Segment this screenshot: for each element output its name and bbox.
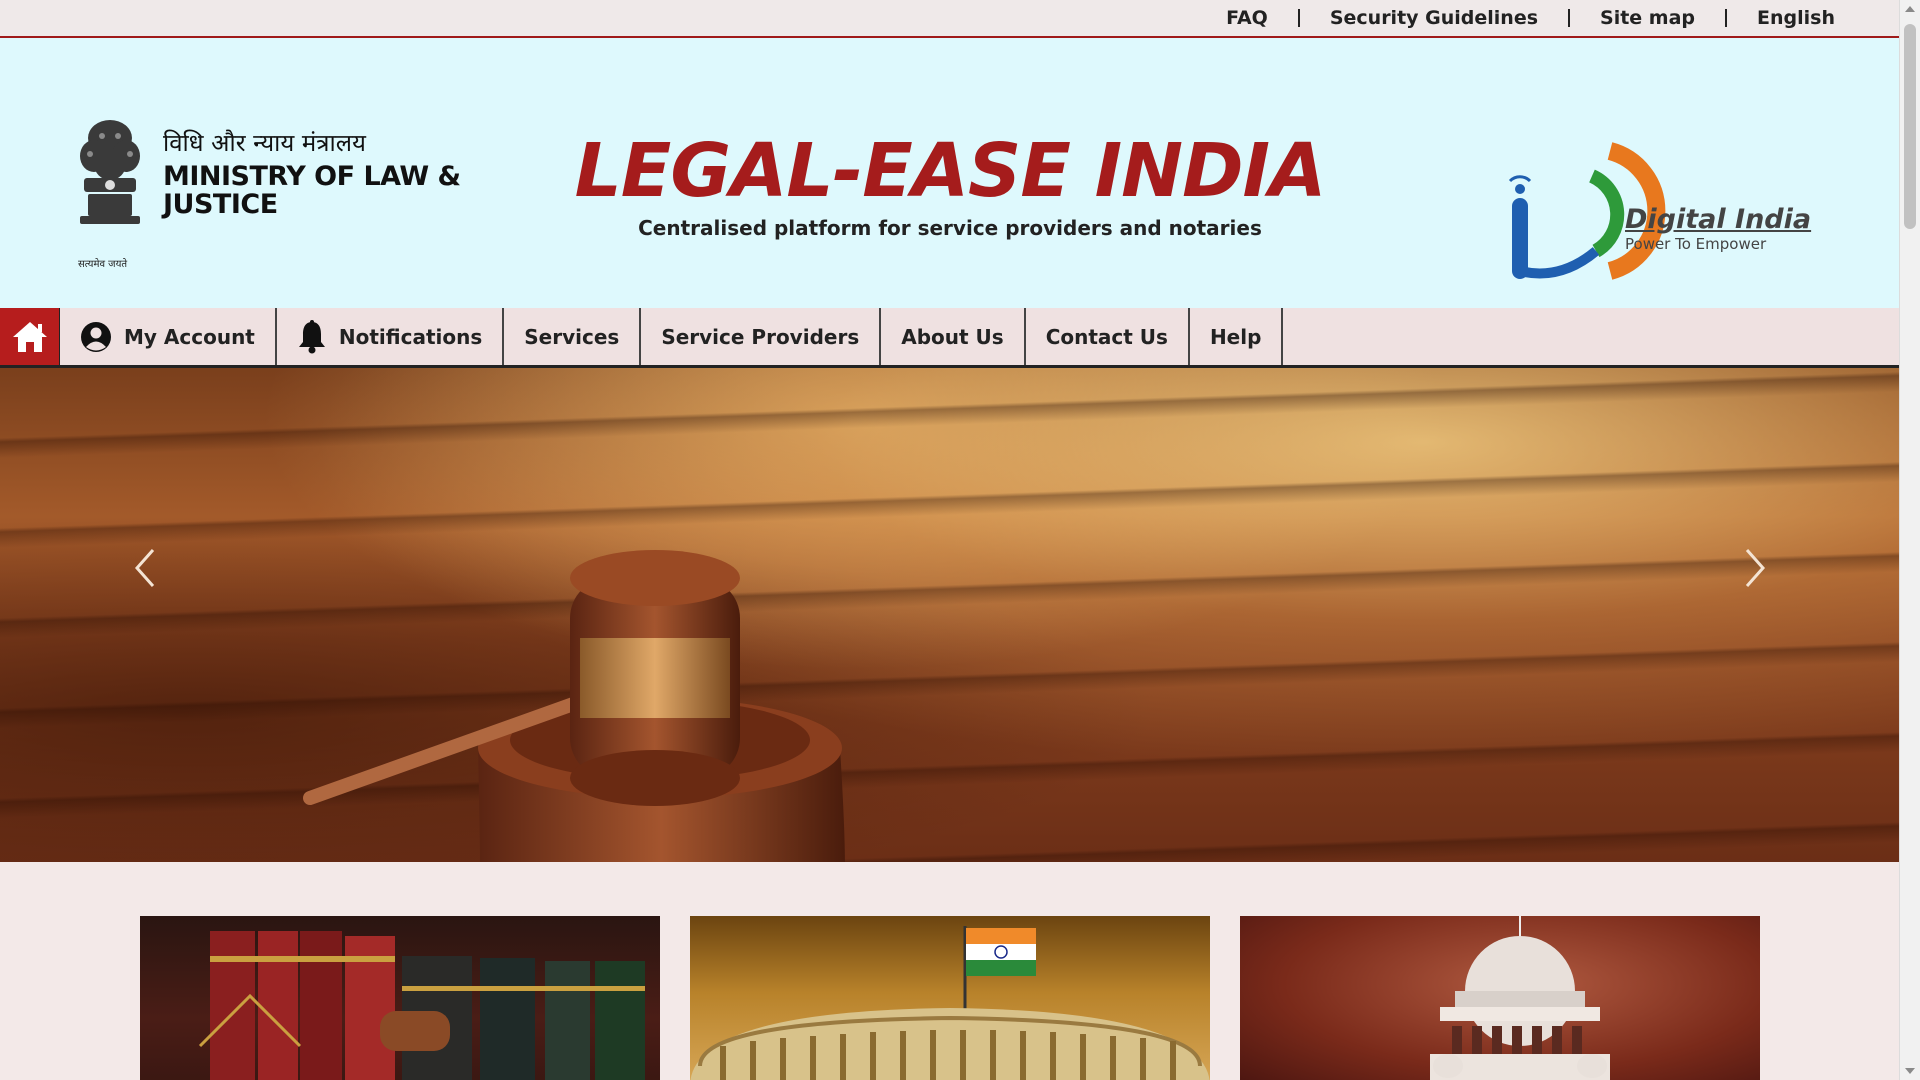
nav-item-notifications[interactable]: Notifications: [277, 308, 505, 365]
site-title-block: LEGAL-EASE INDIA Centralised platform fo…: [545, 126, 1355, 240]
faq-link[interactable]: FAQ: [1196, 7, 1298, 29]
scrollbar-thumb[interactable]: [1904, 24, 1916, 229]
scroll-down-icon[interactable]: [1905, 1068, 1915, 1074]
nav-item-label: Services: [524, 324, 620, 349]
national-emblem-icon: [80, 120, 140, 224]
supreme-court-dome-image: [1430, 916, 1610, 1080]
nav-item-about-us[interactable]: About Us: [881, 308, 1026, 365]
courtroom-benches: [0, 368, 1899, 862]
emblem-caption: सत्यमेव जयते: [78, 259, 128, 270]
site-map-link[interactable]: Site map: [1570, 7, 1725, 29]
language-selector[interactable]: English: [1727, 7, 1865, 29]
vertical-scrollbar[interactable]: [1899, 0, 1920, 1080]
ministry-logo-text: विधि और न्याय मंत्रालय MINISTRY OF LAW &…: [163, 126, 483, 219]
nav-item-label: Help: [1209, 324, 1262, 349]
nav-item-label: Service Providers: [661, 324, 860, 349]
digital-india-text: Digital India Power To Empower: [1625, 204, 1811, 253]
security-guidelines-link[interactable]: Security Guidelines: [1300, 7, 1568, 29]
scroll-up-icon[interactable]: [1905, 6, 1915, 12]
page: FAQ Security Guidelines Site map English: [0, 0, 1899, 1080]
card-supreme-court[interactable]: [1240, 916, 1760, 1080]
nav-item-my-account[interactable]: My Account: [60, 308, 277, 365]
top-utility-bar: FAQ Security Guidelines Site map English: [0, 0, 1899, 38]
chevron-right-icon[interactable]: [1735, 538, 1775, 598]
site-title: LEGAL-EASE INDIA: [574, 128, 1327, 214]
digital-india-title: Digital India: [1625, 204, 1812, 235]
hero-carousel: [0, 368, 1899, 862]
nav-item-label: Notifications: [338, 324, 483, 349]
site-header: सत्यमेव जयते विधि और न्याय मंत्रालय MINI…: [0, 38, 1899, 308]
ministry-name-english: MINISTRY OF LAW & JUSTICE: [163, 161, 461, 220]
nav-item-services[interactable]: Services: [504, 308, 642, 365]
card-law-books[interactable]: [140, 916, 660, 1080]
parliament-flag-image: [690, 926, 1210, 1080]
site-subtitle: Centralised platform for service provide…: [638, 216, 1262, 240]
nav-item-service-providers[interactable]: Service Providers: [641, 308, 882, 365]
digital-india-tagline: Power To Empower: [1625, 235, 1767, 253]
home-button[interactable]: [0, 308, 60, 365]
nav-item-contact-us[interactable]: Contact Us: [1026, 308, 1190, 365]
gavel-image: [303, 550, 845, 862]
bell-icon: [297, 319, 327, 354]
law-books-scale-image: [198, 931, 645, 1080]
card-parliament[interactable]: [690, 916, 1210, 1080]
nav-item-help[interactable]: Help: [1190, 308, 1284, 365]
nav-item-label: About Us: [901, 324, 1004, 349]
main-nav: My Account Notifications Services Servic…: [0, 308, 1899, 368]
nav-item-label: Contact Us: [1045, 324, 1168, 349]
home-icon: [12, 321, 47, 352]
user-circle-icon: [80, 321, 112, 353]
chevron-left-icon[interactable]: [125, 538, 165, 598]
nav-item-label: My Account: [124, 324, 255, 349]
ministry-name-hindi: विधि और न्याय मंत्रालय: [163, 129, 366, 157]
